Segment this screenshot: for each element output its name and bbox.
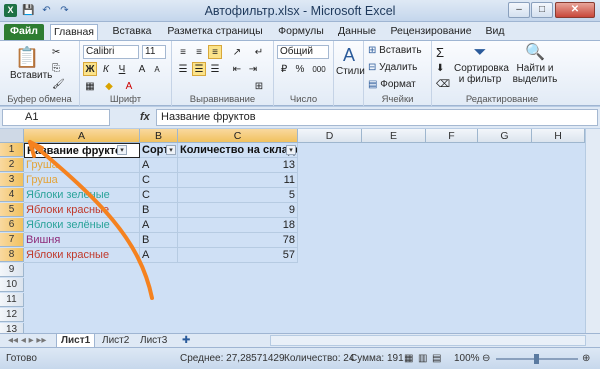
sheet-tab-1[interactable]: Лист1: [56, 334, 96, 348]
view-pagebreak-icon[interactable]: ▤: [432, 353, 441, 364]
horizontal-scrollbar[interactable]: [270, 335, 586, 346]
sheet-tab-3[interactable]: Лист3: [136, 334, 171, 348]
status-average: Среднее: 27,28571429: [180, 353, 285, 364]
zoom-out-icon[interactable]: ⊖: [482, 353, 490, 364]
sheet-nav-icon[interactable]: ◂◂ ◂ ▸ ▸▸: [4, 334, 50, 348]
view-layout-icon[interactable]: ▥: [418, 353, 427, 364]
annotation-arrow: [28, 140, 154, 300]
status-sum: Сумма: 191: [350, 353, 404, 364]
status-bar: Готово Среднее: 27,28571429 Количество: …: [0, 347, 600, 369]
sheet-tab-2[interactable]: Лист2: [98, 334, 133, 348]
zoom-in-icon[interactable]: ⊕: [582, 353, 590, 364]
status-count: Количество: 24: [284, 353, 355, 364]
status-ready: Готово: [6, 353, 37, 364]
arrow-shaft: [28, 140, 154, 300]
zoom-slider-thumb[interactable]: [534, 354, 539, 364]
view-normal-icon[interactable]: ▦: [404, 353, 413, 364]
zoom-level[interactable]: 100%: [454, 353, 480, 364]
new-sheet-icon[interactable]: ✚: [178, 334, 194, 348]
